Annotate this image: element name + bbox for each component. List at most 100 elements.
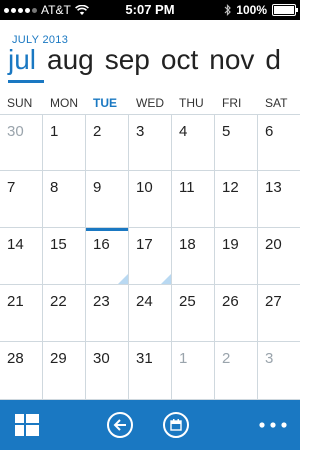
day-cell[interactable]: 4 (172, 114, 215, 171)
day-cell[interactable]: 23 (86, 285, 129, 342)
event-marker-icon (118, 274, 128, 284)
day-cell[interactable]: 1 (172, 342, 215, 400)
weekday-tue: TUE (93, 96, 117, 110)
day-number: 17 (136, 236, 153, 253)
day-number: 10 (136, 179, 153, 196)
weekday-header: SUN MON TUE WED THU FRI SAT (0, 96, 300, 114)
day-number: 22 (50, 293, 67, 310)
day-number: 11 (179, 179, 195, 196)
day-cell[interactable]: 13 (258, 171, 300, 228)
day-number: 18 (179, 236, 196, 253)
view-switch-button[interactable] (14, 413, 40, 437)
status-bar: AT&T 5:07 PM 100% (0, 0, 300, 20)
more-button[interactable] (258, 419, 288, 431)
day-cell[interactable]: 11 (172, 171, 215, 228)
day-number: 6 (265, 123, 274, 140)
day-cell[interactable]: 25 (172, 285, 215, 342)
day-number: 3 (265, 350, 274, 367)
weekday-sat: SAT (265, 96, 288, 110)
day-cell[interactable]: 8 (43, 171, 86, 228)
day-cell[interactable]: 18 (172, 228, 215, 285)
day-cell[interactable]: 24 (129, 285, 172, 342)
day-number: 16 (93, 236, 110, 253)
day-cell[interactable]: 5 (215, 114, 258, 171)
month-tab-aug[interactable]: aug (47, 44, 94, 75)
day-number: 27 (265, 293, 282, 310)
weekday-sun: SUN (7, 96, 33, 110)
day-cell[interactable]: 2 (86, 114, 129, 171)
day-number: 28 (7, 350, 24, 367)
day-cell[interactable]: 30 (0, 114, 43, 171)
today-icon (170, 419, 182, 431)
day-cell[interactable]: 16 (86, 228, 129, 285)
day-cell[interactable]: 19 (215, 228, 258, 285)
day-number: 30 (93, 350, 110, 367)
day-number: 26 (222, 293, 239, 310)
weekday-thu: THU (179, 96, 204, 110)
day-cell[interactable]: 30 (86, 342, 129, 400)
day-number: 3 (136, 123, 145, 140)
day-number: 24 (136, 293, 153, 310)
day-cell[interactable]: 6 (258, 114, 300, 171)
weekday-mon: MON (50, 96, 78, 110)
today-indicator (86, 228, 128, 231)
month-tab-oct[interactable]: oct (161, 44, 198, 75)
battery-fill (274, 6, 294, 14)
day-number: 12 (222, 179, 239, 196)
day-cell[interactable]: 2 (215, 342, 258, 400)
day-number: 31 (136, 350, 153, 367)
day-cell[interactable]: 20 (258, 228, 300, 285)
day-number: 25 (179, 293, 196, 310)
day-cell[interactable]: 26 (215, 285, 258, 342)
month-tab-d[interactable]: d (265, 44, 281, 75)
day-cell[interactable]: 7 (0, 171, 43, 228)
bluetooth-icon (224, 4, 232, 16)
day-number: 5 (222, 123, 231, 140)
view-switch-icon (15, 414, 39, 436)
day-cell[interactable]: 3 (129, 114, 172, 171)
day-cell[interactable]: 10 (129, 171, 172, 228)
day-cell[interactable]: 22 (43, 285, 86, 342)
weekday-wed: WED (136, 96, 164, 110)
day-cell[interactable]: 29 (43, 342, 86, 400)
day-cell[interactable]: 14 (0, 228, 43, 285)
weekday-fri: FRI (222, 96, 242, 110)
day-number: 7 (7, 179, 16, 196)
month-tab-jul[interactable]: jul (8, 44, 36, 75)
status-right: 100% (224, 3, 298, 17)
day-cell[interactable]: 27 (258, 285, 300, 342)
day-number: 30 (7, 123, 24, 140)
back-button[interactable] (107, 412, 133, 438)
day-cell[interactable]: 12 (215, 171, 258, 228)
day-number: 8 (50, 179, 59, 196)
event-marker-icon (161, 274, 171, 284)
day-number: 13 (265, 179, 282, 196)
day-cell[interactable]: 9 (86, 171, 129, 228)
day-number: 2 (222, 350, 231, 367)
day-number: 4 (179, 123, 188, 140)
month-tab-sep[interactable]: sep (105, 44, 150, 75)
day-cell[interactable]: 3 (258, 342, 300, 400)
calendar-grid: 30 1 2 3 4 5 6 7 8 9 10 11 12 13 14 15 16 17 18 19 20 21 22 23 2… (0, 114, 300, 400)
more-icon (259, 422, 287, 428)
day-number: 20 (265, 236, 282, 253)
day-number: 15 (50, 236, 67, 253)
day-cell[interactable]: 31 (129, 342, 172, 400)
day-cell[interactable]: 17 (129, 228, 172, 285)
app-bar (0, 400, 300, 450)
battery-icon (272, 4, 298, 16)
day-number: 9 (93, 179, 102, 196)
day-cell[interactable]: 15 (43, 228, 86, 285)
day-number: 1 (179, 350, 188, 367)
day-number: 23 (93, 293, 110, 310)
day-cell[interactable]: 28 (0, 342, 43, 400)
day-number: 1 (50, 123, 59, 140)
day-cell[interactable]: 21 (0, 285, 43, 342)
day-cell[interactable]: 1 (43, 114, 86, 171)
month-pivot[interactable]: jul aug sep oct nov d (8, 44, 292, 76)
day-number: 2 (93, 123, 102, 140)
month-tab-nov[interactable]: nov (209, 44, 254, 75)
day-number: 19 (222, 236, 239, 253)
today-button[interactable] (163, 412, 189, 438)
active-month-underline (8, 80, 44, 83)
